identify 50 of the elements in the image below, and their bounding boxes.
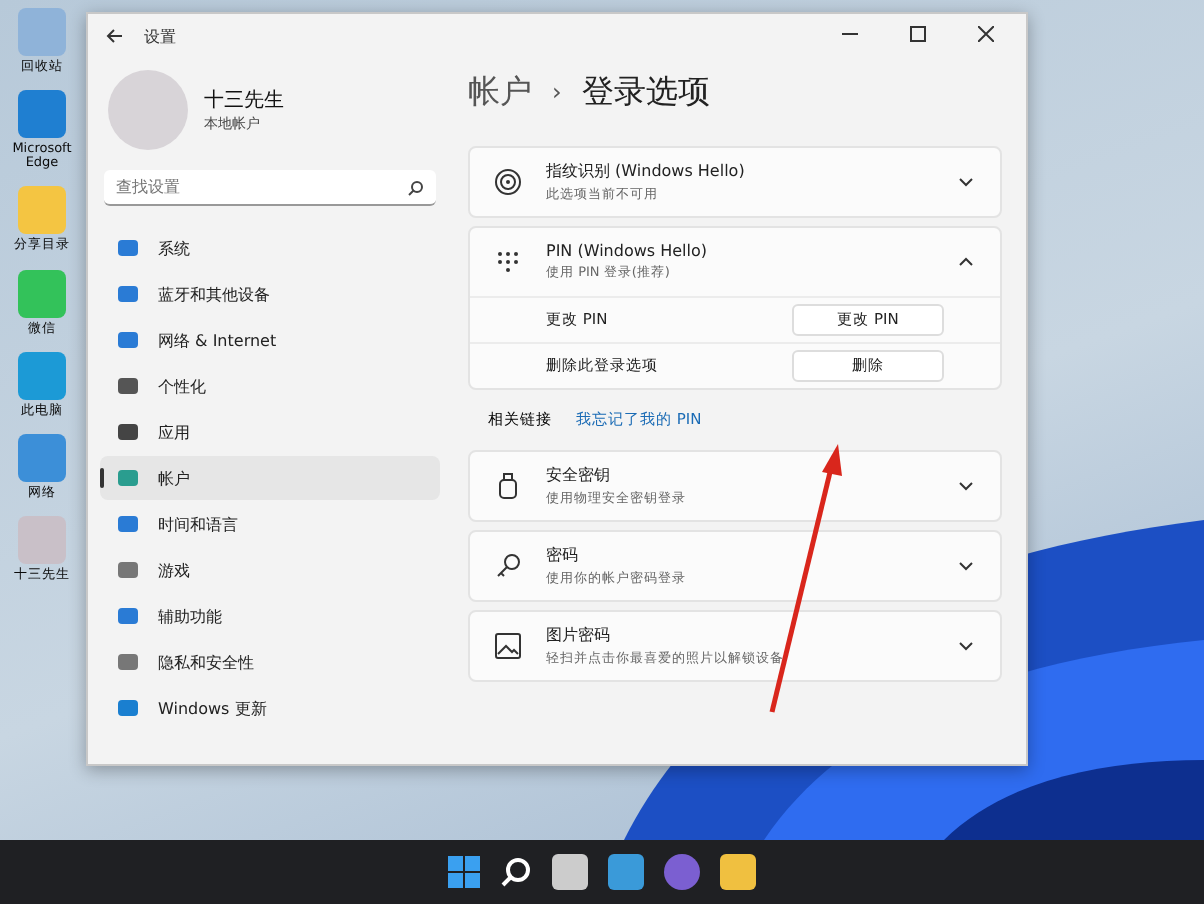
page-title: 登录选项 bbox=[581, 71, 710, 113]
chevron-down-icon[interactable] bbox=[956, 476, 976, 496]
close-icon bbox=[978, 25, 994, 41]
sidebar-item[interactable]: 帐户 bbox=[100, 456, 440, 500]
chevron-down-icon[interactable] bbox=[956, 636, 976, 656]
keypad-icon bbox=[494, 248, 522, 276]
sidebar-item[interactable]: 隐私和安全性 bbox=[100, 640, 440, 684]
nav-icon bbox=[116, 374, 140, 398]
maximize-icon bbox=[910, 25, 926, 41]
picture-icon bbox=[494, 632, 522, 660]
sidebar-item[interactable]: 个性化 bbox=[100, 364, 440, 408]
sidebar-item[interactable]: 蓝牙和其他设备 bbox=[100, 272, 440, 316]
sidebar-item[interactable]: Windows 更新 bbox=[100, 686, 440, 730]
sidebar-item[interactable]: 时间和语言 bbox=[100, 502, 440, 546]
windows-logo-icon[interactable] bbox=[448, 856, 480, 888]
sidebar-item[interactable]: 系统 bbox=[100, 226, 440, 270]
sidebar-item[interactable]: 网络 & Internet bbox=[100, 318, 440, 362]
chevron-down-icon[interactable] bbox=[956, 556, 976, 576]
nav-icon bbox=[116, 558, 140, 582]
desktop-app-icon[interactable] bbox=[18, 90, 66, 139]
nav-icon bbox=[116, 650, 140, 674]
nav-icon bbox=[116, 604, 140, 628]
search-icon[interactable] bbox=[500, 856, 532, 888]
nav-icon bbox=[116, 328, 140, 352]
nav-icon bbox=[116, 696, 140, 720]
nav-icon bbox=[116, 466, 140, 490]
nav-icon bbox=[116, 420, 140, 444]
breadcrumb-parent[interactable]: 帐户 bbox=[468, 71, 532, 113]
usb-key-icon bbox=[494, 472, 522, 500]
option-title: 图片密码 bbox=[546, 624, 612, 646]
option-title: PIN (Windows Hello) bbox=[546, 242, 709, 260]
chevron-down-icon[interactable] bbox=[956, 172, 976, 192]
avatar bbox=[108, 70, 188, 150]
fingerprint-icon bbox=[494, 168, 522, 196]
key-icon bbox=[494, 552, 522, 580]
option-title: 指纹识别 (Windows Hello) bbox=[546, 160, 747, 182]
nav-icon bbox=[116, 282, 140, 306]
nav-icon bbox=[116, 512, 140, 536]
option-title: 安全密钥 bbox=[546, 464, 612, 486]
sidebar-item[interactable]: 应用 bbox=[100, 410, 440, 454]
window-title: 设置 bbox=[144, 25, 176, 47]
sidebar-item[interactable]: 游戏 bbox=[100, 548, 440, 592]
user-name: 十三先生 bbox=[204, 87, 284, 114]
option-title: 密码 bbox=[546, 544, 580, 566]
search-field[interactable]: 查找设置 bbox=[104, 170, 436, 206]
nav-icon bbox=[116, 236, 140, 260]
sidebar-item[interactable]: 辅助功能 bbox=[100, 594, 440, 638]
search-icon bbox=[408, 180, 424, 196]
back-arrow-icon[interactable] bbox=[104, 26, 124, 46]
breadcrumb-separator: › bbox=[552, 78, 562, 106]
